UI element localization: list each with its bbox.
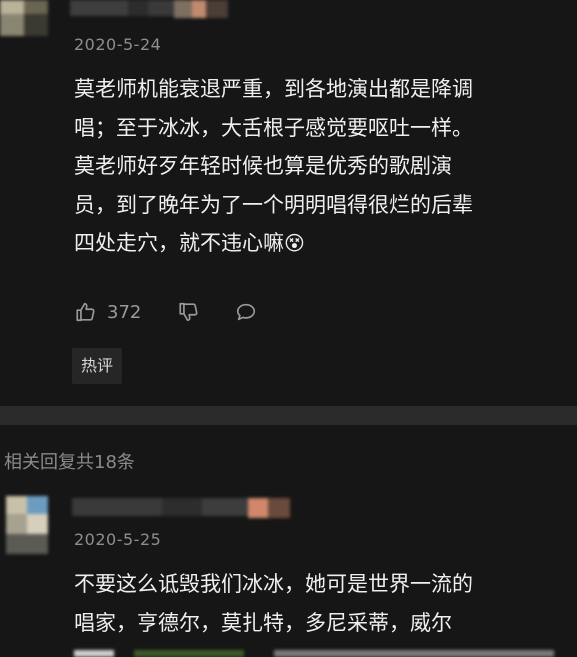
- username[interactable]: [70, 0, 230, 22]
- related-replies-count[interactable]: 相关回复共18条: [4, 448, 135, 474]
- comment-text: 莫老师机能衰退严重，到各地演出都是降调 唱；至于冰冰，大舌根子感觉要呕吐一样。 …: [74, 70, 574, 263]
- avatar[interactable]: [0, 0, 48, 36]
- comment-line: 不要这么诋毁我们冰冰，她可是世界一流的: [74, 572, 473, 596]
- reply-button[interactable]: [234, 301, 258, 323]
- username[interactable]: [72, 498, 292, 520]
- comment-line-cutoff: [74, 646, 574, 657]
- comment-line: 唱家，亨德尔，莫扎特，多尼采蒂，威尔: [74, 610, 452, 635]
- thumbs-up-icon: [74, 301, 97, 323]
- thumbs-down-icon: [177, 301, 200, 323]
- like-button[interactable]: 372: [74, 301, 141, 323]
- comment-line-text: 四处走穴，就不违心嘛: [74, 231, 284, 255]
- speech-bubble-icon: [234, 301, 258, 323]
- dislike-button[interactable]: [177, 301, 200, 323]
- comment-actions: 372: [74, 298, 258, 326]
- comment-line: 莫老师机能衰退严重，到各地演出都是降调: [74, 77, 473, 101]
- comment-date: 2020-5-25: [74, 530, 162, 549]
- comment-line: 莫老师好歹年轻时候也算是优秀的歌剧演: [74, 154, 452, 178]
- comment-line: 四处走穴，就不违心嘛😵: [74, 224, 574, 263]
- comment-date: 2020-5-24: [74, 35, 162, 54]
- dizzy-face-emoji-icon: 😵: [284, 231, 305, 255]
- avatar[interactable]: [6, 496, 48, 554]
- comment-line: 员，到了晚年为了一个明明唱得很烂的后辈: [74, 192, 473, 217]
- like-count: 372: [107, 301, 142, 323]
- hot-comment-badge: 热评: [72, 348, 123, 384]
- section-divider: [0, 406, 577, 425]
- comment-text: 不要这么诋毁我们冰冰，她可是世界一流的 唱家，亨德尔，莫扎特，多尼采蒂，威尔: [74, 565, 574, 642]
- comment-line: 唱；至于冰冰，大舌根子感觉要呕吐一样。: [74, 115, 473, 140]
